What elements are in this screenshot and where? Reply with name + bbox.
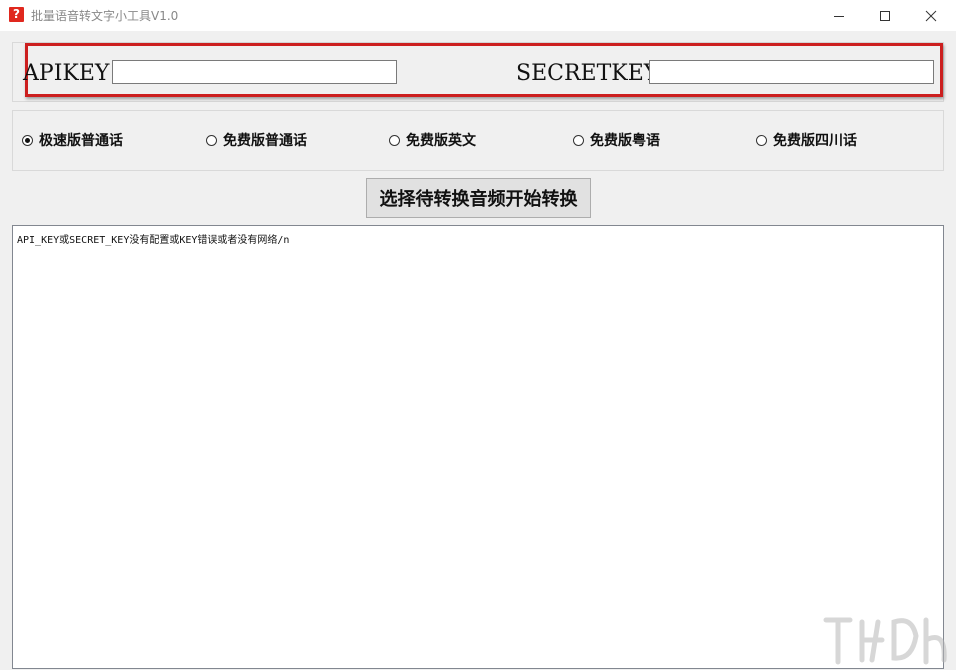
apikey-label: APIKEY [23, 61, 110, 86]
secretkey-label: SECRETKEY [516, 61, 659, 86]
minimize-button[interactable] [816, 0, 862, 31]
radio-mode-free-sichuanese[interactable]: 免费版四川话 [756, 131, 857, 149]
radio-label: 免费版粤语 [590, 133, 660, 149]
radio-label: 免费版英文 [406, 133, 476, 149]
close-icon [925, 10, 937, 21]
radio-button-checked[interactable] [22, 134, 33, 146]
app-icon: ? [9, 7, 24, 22]
output-textarea[interactable]: API_KEY或SECRET_KEY没有配置或KEY错误或者没有网络/n [12, 225, 944, 669]
convert-button[interactable]: 选择待转换音频开始转换 [366, 178, 591, 218]
title-bar[interactable]: ? 批量语音转文字小工具V1.0 [0, 0, 956, 31]
radio-label: 免费版普通话 [223, 133, 307, 149]
apikey-input[interactable] [112, 60, 397, 84]
window-title: 批量语音转文字小工具V1.0 [31, 9, 179, 23]
secretkey-input[interactable] [649, 60, 934, 84]
maximize-button[interactable] [862, 0, 908, 31]
radio-button[interactable] [206, 134, 217, 146]
watermark-logo-icon [823, 617, 947, 665]
radio-mode-free-mandarin[interactable]: 免费版普通话 [206, 131, 307, 149]
radio-button[interactable] [756, 134, 767, 146]
radio-button[interactable] [573, 134, 584, 146]
radio-mode-fast-mandarin[interactable]: 极速版普通话 [22, 131, 123, 149]
radio-mode-free-cantonese[interactable]: 免费版粤语 [573, 131, 660, 149]
radio-label: 极速版普通话 [39, 133, 123, 149]
radio-button[interactable] [389, 134, 400, 146]
radio-label: 免费版四川话 [773, 133, 857, 149]
close-button[interactable] [908, 0, 954, 31]
radio-mode-free-english[interactable]: 免费版英文 [389, 131, 476, 149]
minimize-icon [834, 15, 844, 17]
maximize-icon [880, 10, 890, 21]
